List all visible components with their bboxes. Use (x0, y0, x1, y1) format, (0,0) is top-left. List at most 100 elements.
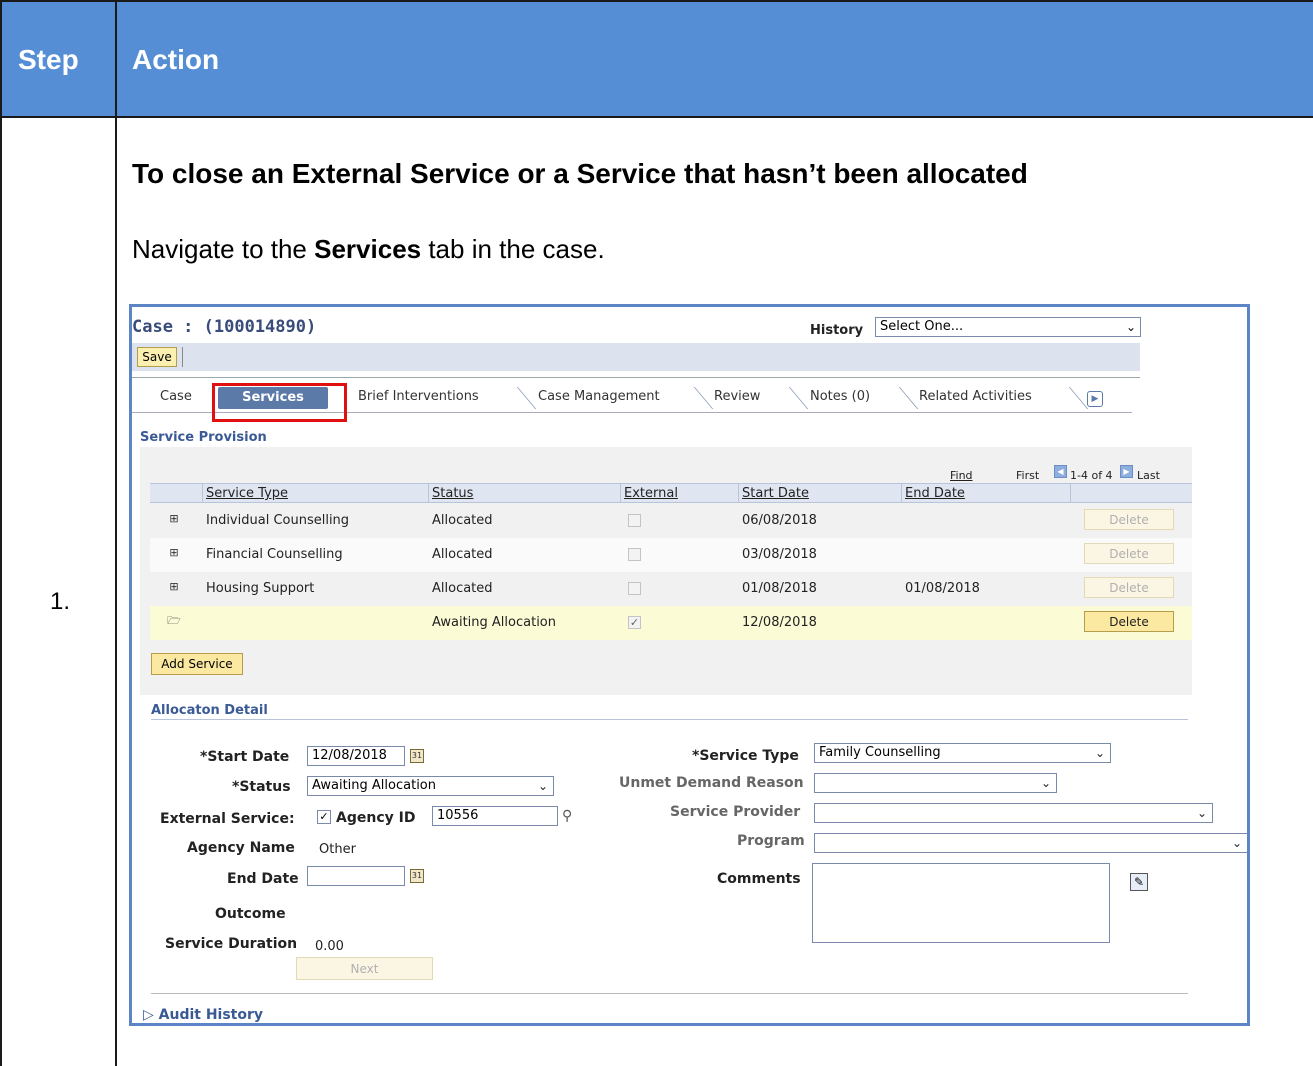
case-title: Case : (100014890) (132, 317, 317, 337)
chevron-down-icon: ⌄ (1094, 746, 1105, 760)
section-divider (151, 719, 1188, 720)
external-service-checkbox[interactable]: ✓ (317, 810, 331, 824)
column-service-type[interactable]: Service Type (206, 486, 288, 501)
tab-review[interactable]: Review (714, 385, 760, 409)
cell-service-type: Financial Counselling (206, 547, 343, 562)
history-select[interactable]: Select One... ⌄ (875, 317, 1141, 337)
tab-case[interactable]: Case (160, 385, 192, 409)
cell-service-type: Housing Support (206, 581, 315, 596)
column-divider (115, 0, 117, 1066)
column-separator (901, 484, 902, 503)
service-duration-label: Service Duration (165, 936, 298, 952)
expand-plus-icon[interactable]: ⊞ (167, 547, 181, 559)
tab-divider (1052, 387, 1089, 409)
column-external[interactable]: External (624, 486, 678, 501)
edit-comment-icon[interactable]: ✎ (1130, 873, 1148, 891)
service-provider-label: Service Provider (670, 804, 801, 820)
expand-plus-icon[interactable]: ⊞ (167, 513, 181, 525)
delete-button: Delete (1084, 509, 1174, 530)
chevron-down-icon: ⌄ (1196, 806, 1207, 820)
start-date-field[interactable]: 12/08/2018 (307, 746, 405, 766)
table-header: Step Action (0, 0, 1313, 118)
tab-divider (772, 387, 809, 409)
grid-header: Service Type Status External Start Date … (150, 483, 1192, 503)
external-checkbox: ✓ (628, 616, 641, 629)
row-count: 1-4 of 4 (1070, 469, 1113, 482)
expand-triangle-icon: ▷ (143, 1007, 159, 1023)
service-type-select[interactable]: Family Counselling ⌄ (814, 743, 1111, 763)
find-link[interactable]: Find (950, 469, 973, 482)
agency-id-field[interactable]: 10556 (432, 806, 558, 826)
step-instruction: Navigate to the Services tab in the case… (132, 234, 605, 265)
cell-start-date: 12/08/2018 (742, 615, 817, 630)
tab-brief-interventions[interactable]: Brief Interventions (358, 385, 479, 409)
chevron-down-icon: ⌄ (537, 779, 548, 793)
cell-status: Allocated (432, 547, 493, 562)
chevron-down-icon: ⌄ (1040, 776, 1051, 790)
service-duration-value: 0.00 (315, 939, 344, 954)
status-label: *Status (232, 779, 291, 795)
expand-plus-icon[interactable]: ⊞ (167, 581, 181, 593)
tab-related-activities[interactable]: Related Activities (919, 385, 1032, 409)
tab-case-management[interactable]: Case Management (538, 385, 660, 409)
next-page-icon[interactable]: ▶ (1120, 465, 1133, 478)
tab-divider (500, 387, 537, 409)
unmet-demand-select[interactable]: ⌄ (814, 773, 1057, 793)
tab-divider (882, 387, 919, 409)
table-row-selected[interactable]: 🗁 Awaiting Allocation ✓ 12/08/2018 Delet… (150, 606, 1192, 640)
chevron-down-icon: ⌄ (1125, 320, 1136, 334)
table-row[interactable]: ⊞ Individual Counselling Allocated 06/08… (150, 504, 1192, 538)
header-action: Action (132, 44, 220, 75)
allocation-detail-label: Allocaton Detail (151, 703, 268, 718)
toolbar-divider (132, 377, 1140, 378)
instruction-bold: Services (314, 234, 422, 264)
column-separator (428, 484, 429, 503)
procedure-table: Step Action 1. To close an External Serv… (0, 0, 1313, 1066)
comments-textarea[interactable] (812, 863, 1110, 943)
program-select[interactable]: ⌄ (814, 833, 1247, 853)
end-date-field[interactable] (307, 866, 405, 886)
highlight-box (212, 383, 347, 422)
end-date-label: End Date (227, 871, 299, 887)
cell-service-type: Individual Counselling (206, 513, 350, 528)
save-button[interactable]: Save (137, 347, 177, 367)
tab-scroll-right-icon[interactable]: ▶ (1087, 391, 1103, 407)
cell-start-date: 03/08/2018 (742, 547, 817, 562)
cell-end-date: 01/08/2018 (905, 581, 980, 596)
previous-icon[interactable]: ◀ (1054, 465, 1067, 478)
instruction-text: Navigate to the (132, 234, 315, 264)
calendar-icon[interactable]: 31 (410, 869, 424, 883)
left-border (0, 0, 2, 1066)
first-link[interactable]: First (1016, 469, 1039, 482)
cell-status: Awaiting Allocation (432, 615, 556, 630)
column-end-date[interactable]: End Date (905, 486, 965, 501)
comments-label: Comments (717, 871, 801, 887)
external-checkbox (628, 548, 641, 561)
agency-name-label: Agency Name (187, 840, 295, 856)
service-provider-select[interactable]: ⌄ (814, 803, 1213, 823)
table-row[interactable]: ⊞ Financial Counselling Allocated 03/08/… (150, 538, 1192, 572)
add-service-button[interactable]: Add Service (151, 653, 243, 675)
column-status[interactable]: Status (432, 486, 473, 501)
table-row[interactable]: ⊞ Housing Support Allocated 01/08/2018 0… (150, 572, 1192, 606)
audit-divider (143, 1025, 1084, 1026)
column-start-date[interactable]: Start Date (742, 486, 809, 501)
folder-open-icon[interactable]: 🗁 (167, 615, 181, 627)
step-heading: To close an External Service or a Servic… (132, 158, 1028, 189)
calendar-icon[interactable]: 31 (410, 749, 424, 763)
audit-history-toggle[interactable]: ▷ Audit History (143, 1007, 263, 1023)
embedded-screenshot: Case : (100014890) History Select One...… (129, 304, 1250, 1026)
audit-history-label: Audit History (158, 1007, 264, 1023)
status-select[interactable]: Awaiting Allocation ⌄ (307, 776, 554, 796)
delete-button: Delete (1084, 543, 1174, 564)
step-number: 1. (50, 588, 71, 615)
delete-button[interactable]: Delete (1084, 611, 1174, 632)
last-link[interactable]: Last (1137, 469, 1160, 482)
cell-status: Allocated (432, 513, 493, 528)
tab-notes[interactable]: Notes (0) (810, 385, 870, 409)
column-separator (738, 484, 739, 503)
external-checkbox (628, 582, 641, 595)
column-separator (202, 484, 203, 503)
delete-button: Delete (1084, 577, 1174, 598)
magnifier-icon[interactable]: ⚲ (562, 808, 572, 824)
